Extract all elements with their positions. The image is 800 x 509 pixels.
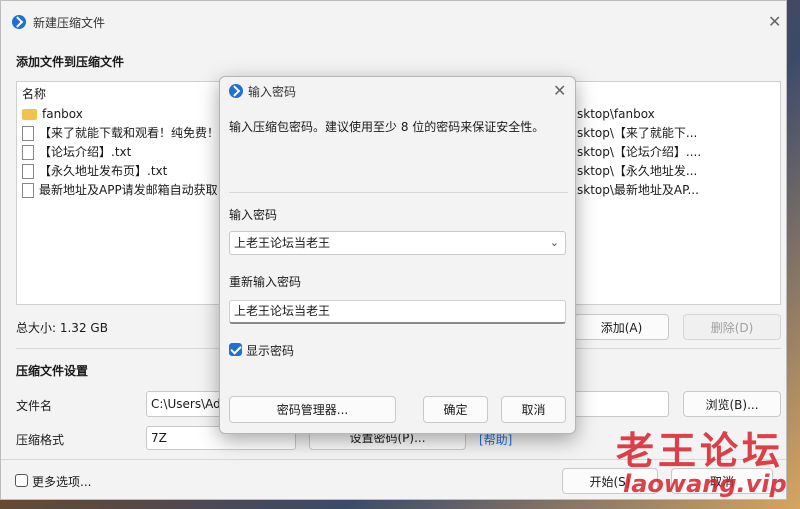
file-icon xyxy=(22,145,34,160)
close-icon[interactable]: ✕ xyxy=(768,14,781,30)
format-value: 7Z xyxy=(151,431,167,445)
more-options-label[interactable]: 更多选项... xyxy=(32,473,91,490)
total-size: 总大小: 1.32 GB xyxy=(16,321,108,335)
app-logo-icon xyxy=(12,15,26,29)
section-add-files: 添加文件到压缩文件 xyxy=(16,55,125,69)
reenter-label: 重新输入密码 xyxy=(229,275,302,289)
add-button[interactable]: 添加(A) xyxy=(574,314,669,340)
folder-icon xyxy=(22,109,37,120)
dialog-logo-icon xyxy=(229,84,243,98)
filename-label: 文件名 xyxy=(16,399,53,413)
file-row[interactable]: 【来了就能下载和观看！纯免费！ xyxy=(22,124,222,142)
file-icon xyxy=(22,183,34,198)
format-label: 压缩格式 xyxy=(16,433,65,447)
file-row[interactable]: 【永久地址发布页】.txt xyxy=(22,162,222,180)
password-input[interactable]: 上老王论坛当老王 ⌄ xyxy=(229,231,566,255)
file-row[interactable]: fanbox xyxy=(22,105,222,123)
password-value: 上老王论坛当老王 xyxy=(234,236,331,250)
file-row[interactable]: 【论坛介绍】.txt xyxy=(22,143,222,161)
file-name: fanbox xyxy=(42,107,83,121)
watermark-url: laowang.vip xyxy=(623,470,787,498)
dialog-divider xyxy=(229,192,568,193)
password-label: 输入密码 xyxy=(229,208,278,222)
file-path: sktop\fanbox xyxy=(577,107,655,121)
file-path: sktop\最新地址及AP... xyxy=(577,183,699,197)
file-row[interactable]: 最新地址及APP请发邮箱自动获取 xyxy=(22,181,222,199)
password-dialog: 输入密码 ✕ 输入压缩包密码。建议使用至少 8 位的密码来保证安全性。 输入密码… xyxy=(219,76,576,434)
file-name: 【论坛介绍】.txt xyxy=(39,145,132,159)
file-name: 最新地址及APP请发邮箱自动获取 xyxy=(39,183,218,197)
file-path: sktop\【永久地址发... xyxy=(577,164,698,178)
window-title: 新建压缩文件 xyxy=(33,16,106,30)
section-settings: 压缩文件设置 xyxy=(16,364,89,378)
file-icon xyxy=(22,126,34,141)
file-path: sktop\【来了就能下... xyxy=(577,126,698,140)
watermark-text: 老王论坛 xyxy=(616,429,785,473)
show-password-label[interactable]: 显示密码 xyxy=(246,342,294,359)
dialog-title: 输入密码 xyxy=(248,85,297,99)
file-name: 【来了就能下载和观看！纯免费！ xyxy=(39,126,220,140)
remove-button[interactable]: 删除(D) xyxy=(683,314,781,340)
dialog-cancel-button[interactable]: 取消 xyxy=(501,396,566,423)
browse-button[interactable]: 浏览(B)... xyxy=(683,391,781,417)
list-header-name[interactable]: 名称 xyxy=(22,85,46,103)
dialog-close-icon[interactable]: ✕ xyxy=(553,83,566,99)
file-name: 【永久地址发布页】.txt xyxy=(39,164,168,178)
dialog-instruction: 输入压缩包密码。建议使用至少 8 位的密码来保证安全性。 xyxy=(229,120,545,134)
reenter-password-input[interactable]: 上老王论坛当老王 xyxy=(229,300,566,324)
file-icon xyxy=(22,164,34,179)
more-options-checkbox[interactable] xyxy=(15,474,28,487)
chevron-down-icon[interactable]: ⌄ xyxy=(550,232,559,254)
ok-button[interactable]: 确定 xyxy=(423,396,488,423)
file-path: sktop\【论坛介绍】.... xyxy=(577,145,702,159)
password-manager-button[interactable]: 密码管理器... xyxy=(229,396,396,423)
show-password-checkbox[interactable] xyxy=(229,343,242,356)
